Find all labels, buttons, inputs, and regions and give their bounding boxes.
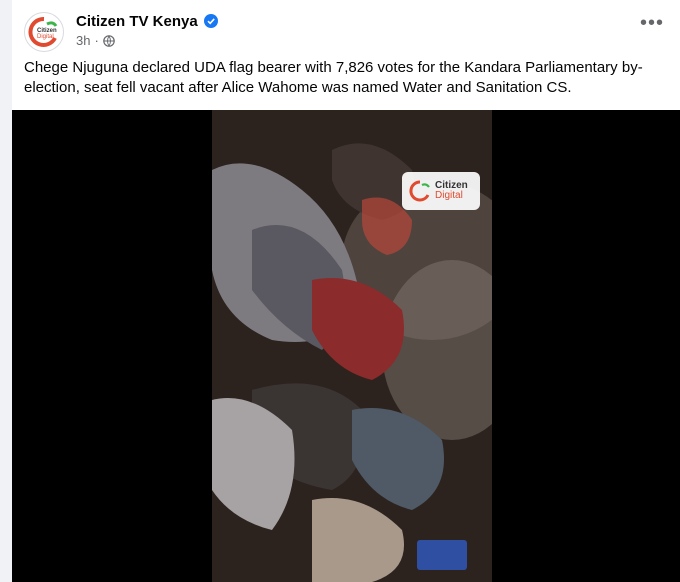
globe-icon[interactable]	[103, 34, 115, 47]
post-meta: 3h ·	[76, 33, 115, 48]
page-avatar[interactable]: Citizen Digital	[24, 12, 64, 52]
post-time[interactable]: 3h	[76, 33, 90, 48]
post-caption: Chege Njuguna declared UDA flag bearer w…	[24, 59, 643, 96]
video-frame[interactable]: Citizen Digital	[212, 110, 492, 582]
post-media[interactable]: Citizen Digital	[12, 110, 680, 582]
more-options-icon[interactable]: •••	[640, 13, 664, 33]
page-name[interactable]: Citizen TV Kenya	[76, 13, 198, 30]
citizen-digital-logo-icon	[409, 180, 430, 202]
watermark-line2: Digital	[435, 190, 463, 201]
post-header: Citizen Digital Citizen TV Kenya 3h · ••…	[24, 10, 664, 52]
facebook-post: Citizen Digital Citizen TV Kenya 3h · ••…	[12, 0, 680, 582]
verified-badge-icon	[204, 14, 218, 28]
citizen-digital-watermark: Citizen Digital	[402, 172, 480, 210]
meta-separator: ·	[94, 33, 99, 48]
avatar-text-line2: Digital	[37, 34, 54, 40]
citizen-digital-logo-icon: Citizen Digital	[28, 16, 58, 47]
